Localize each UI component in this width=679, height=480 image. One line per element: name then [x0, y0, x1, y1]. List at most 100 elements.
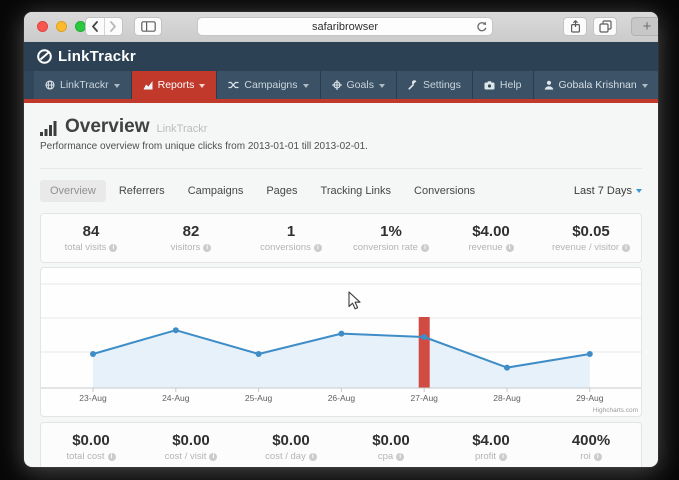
address-bar[interactable]: safaribrowser: [197, 17, 493, 36]
info-icon[interactable]: i: [209, 453, 217, 461]
nav-item-settings[interactable]: Settings: [397, 71, 473, 99]
stat-visitors: 82visitorsi: [141, 223, 241, 253]
nav-item-label: Campaigns: [244, 79, 297, 91]
forward-button[interactable]: [105, 18, 123, 35]
stat-value: 400%: [541, 432, 641, 449]
report-tabs: OverviewReferrersCampaignsPagesTracking …: [40, 180, 642, 202]
stat-label: cost / visiti: [141, 451, 241, 462]
browser-titlebar: safaribrowser +: [24, 12, 658, 43]
traffic-lights: [37, 21, 86, 32]
camera-icon: [484, 81, 495, 90]
info-icon[interactable]: i: [314, 244, 322, 252]
tabs-overview-icon: [599, 20, 612, 33]
x-axis-label: 27-Aug: [410, 393, 438, 403]
tab-campaigns[interactable]: Campaigns: [178, 180, 254, 202]
sidebar-icon: [141, 21, 156, 32]
overview-bars-icon: [40, 121, 58, 136]
wrench-icon: [408, 80, 418, 90]
linktrackr-logo-icon: [36, 48, 53, 65]
browser-window: safaribrowser +: [24, 12, 658, 467]
history-nav-group: [85, 17, 123, 36]
share-button[interactable]: [563, 17, 587, 36]
stat-roi: 400%roii: [541, 432, 641, 462]
nav-item-label: Help: [500, 79, 522, 91]
tab-pages[interactable]: Pages: [256, 180, 307, 202]
tab-tracking-links[interactable]: Tracking Links: [311, 180, 402, 202]
site-logo-text: LinkTrackr: [58, 48, 136, 65]
stat-total-visits: 84total visitsi: [41, 223, 141, 253]
chevron-down-icon: [303, 84, 309, 88]
target-icon: [332, 80, 342, 90]
info-icon[interactable]: i: [622, 244, 630, 252]
data-point[interactable]: [90, 351, 96, 357]
nav-item-linktrackr[interactable]: LinkTrackr: [34, 71, 132, 99]
highcharts-credit-link[interactable]: Highcharts.com: [593, 407, 638, 414]
user-menu[interactable]: Gobala Krishnan: [534, 71, 658, 99]
nav-item-label: Settings: [423, 79, 461, 91]
info-icon[interactable]: i: [108, 453, 116, 461]
nav-item-help[interactable]: Help: [473, 71, 534, 99]
nav-item-campaigns[interactable]: Campaigns: [217, 71, 320, 99]
back-button[interactable]: [86, 18, 105, 35]
stat-value: 1: [241, 223, 341, 240]
info-icon[interactable]: i: [203, 244, 211, 252]
address-bar-text: safaribrowser: [312, 21, 378, 33]
page-subtitle: Performance overview from unique clicks …: [40, 141, 642, 152]
sidebar-button[interactable]: [134, 17, 162, 36]
tab-conversions[interactable]: Conversions: [404, 180, 485, 202]
stat-revenue-visitor: $0.05revenue / visitori: [541, 223, 641, 253]
stat-value: 1%: [341, 223, 441, 240]
reload-button[interactable]: [476, 21, 487, 36]
site-logo[interactable]: LinkTrackr: [36, 48, 136, 65]
minimize-window-button[interactable]: [56, 21, 67, 32]
stat-value: $4.00: [441, 223, 541, 240]
nav-item-reports[interactable]: Reports: [132, 71, 218, 99]
data-point[interactable]: [504, 365, 510, 371]
info-icon[interactable]: i: [109, 244, 117, 252]
data-point[interactable]: [338, 331, 344, 337]
date-range-label: Last 7 Days: [574, 185, 632, 197]
info-icon[interactable]: i: [506, 244, 514, 252]
page-title-suffix: LinkTrackr: [157, 123, 208, 135]
date-range-selector[interactable]: Last 7 Days: [574, 185, 642, 197]
info-icon[interactable]: i: [594, 453, 602, 461]
user-menu-label: Gobala Krishnan: [559, 79, 637, 91]
x-axis-label: 29-Aug: [576, 393, 604, 403]
stat-value: $4.00: [441, 432, 541, 449]
bottom-stats-card: $0.00total costi$0.00cost / visiti$0.00c…: [40, 422, 642, 467]
stat-conversions: 1conversionsi: [241, 223, 341, 253]
data-point[interactable]: [587, 351, 593, 357]
chevron-down-icon: [379, 84, 385, 88]
stat-value: 84: [41, 223, 141, 240]
stat-value: $0.00: [41, 432, 141, 449]
stat-profit: $4.00profiti: [441, 432, 541, 462]
x-axis-label: 26-Aug: [328, 393, 356, 403]
x-axis-label: 28-Aug: [493, 393, 521, 403]
nav-item-goals[interactable]: Goals: [321, 71, 397, 99]
info-icon[interactable]: i: [396, 453, 404, 461]
stat-value: 82: [141, 223, 241, 240]
show-tabs-button[interactable]: [593, 17, 617, 36]
tab-referrers[interactable]: Referrers: [109, 180, 175, 202]
stat-label: conversion ratei: [341, 242, 441, 253]
reload-icon: [476, 21, 487, 33]
info-icon[interactable]: i: [309, 453, 317, 461]
data-point[interactable]: [173, 327, 179, 333]
visits-area-fill: [93, 330, 590, 388]
conversion-bar[interactable]: [419, 317, 430, 388]
tab-overview[interactable]: Overview: [40, 180, 106, 202]
globe-icon: [45, 80, 55, 90]
data-point[interactable]: [256, 351, 262, 357]
stat-value: $0.00: [341, 432, 441, 449]
x-axis-label: 25-Aug: [245, 393, 273, 403]
nav-item-label: Goals: [347, 79, 374, 91]
x-axis-label: 23-Aug: [79, 393, 107, 403]
stat-value: $0.00: [141, 432, 241, 449]
new-tab-button[interactable]: +: [631, 17, 658, 36]
info-icon[interactable]: i: [499, 453, 507, 461]
info-icon[interactable]: i: [421, 244, 429, 252]
close-window-button[interactable]: [37, 21, 48, 32]
data-point[interactable]: [421, 334, 427, 340]
chevron-down-icon: [199, 84, 205, 88]
share-icon: [569, 20, 582, 33]
